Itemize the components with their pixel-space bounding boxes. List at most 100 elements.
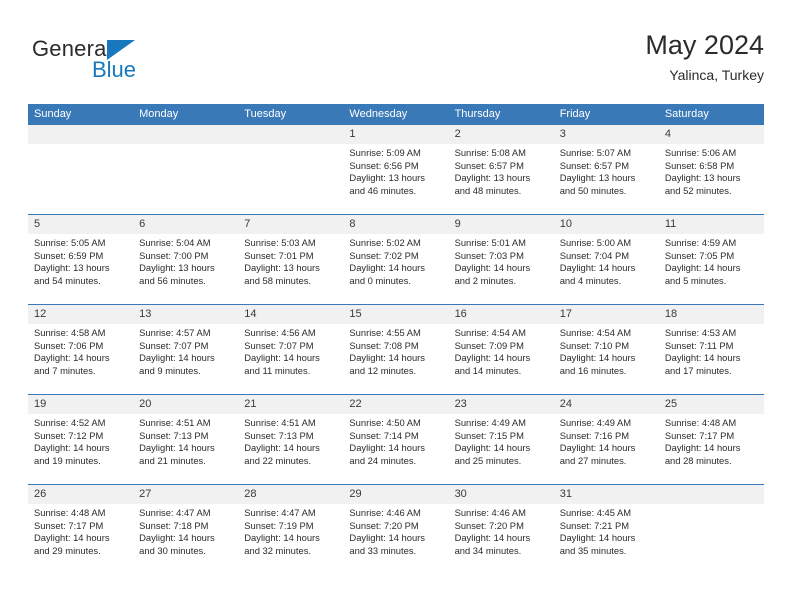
day-number: 11 <box>658 215 764 234</box>
day-daylight-line2-text: and 28 minutes. <box>664 454 732 466</box>
calendar-day-cell[interactable]: 24 Sunrise: 4:49 AM Sunset: 7:16 PM Dayligh… <box>553 395 659 484</box>
day-sunrise-text: Sunrise: 5:04 AM <box>139 237 211 248</box>
calendar-day-cell[interactable]: 15 Sunrise: 4:55 AM Sunset: 7:08 PM Dayligh… <box>343 305 449 394</box>
day-number: 17 <box>553 305 659 324</box>
weekday-header-friday: Friday <box>559 108 591 120</box>
day-daylight-line1-text: Daylight: 13 hours <box>139 262 215 274</box>
weekday-header-saturday: Saturday <box>664 108 709 120</box>
day-sunrise-text: Sunrise: 4:51 AM <box>139 417 211 428</box>
calendar-day-cell[interactable]: 17 Sunrise: 4:54 AM Sunset: 7:10 PM Dayligh… <box>553 305 659 394</box>
calendar-day-cell[interactable]: 26 Sunrise: 4:48 AM Sunset: 7:17 PM Dayligh… <box>28 485 134 574</box>
day-daylight-line1-text: Daylight: 14 hours <box>454 262 531 274</box>
calendar-weeks: 1 Sunrise: 5:09 AM Sunset: 6:56 PM Daylight… <box>28 125 764 574</box>
day-daylight-line2-text: and 17 minutes. <box>664 364 732 376</box>
day-daylight-line2-text: and 2 minutes. <box>454 274 517 286</box>
day-number: 30 <box>448 485 554 504</box>
weekday-header-row: Sunday Monday Tuesday Wednesday Thursday Frid… <box>28 104 764 125</box>
day-details <box>659 504 764 507</box>
calendar-day-cell[interactable]: 16 Sunrise: 4:54 AM Sunset: 7:09 PM Dayligh… <box>448 305 554 394</box>
calendar-day-cell[interactable]: 4 Sunrise: 5:06 AM Sunset: 6:58 PM Daylight… <box>658 125 764 214</box>
day-sunrise-text: Sunrise: 4:48 AM <box>34 507 106 518</box>
day-details: Sunrise: 4:56 AM Sunset: 7:07 PM Daylight:… <box>238 324 343 377</box>
day-daylight-line2-text: and 11 minutes. <box>244 364 311 376</box>
day-number: 3 <box>553 125 659 144</box>
day-daylight-line2-text: and 46 minutes. <box>349 184 417 196</box>
day-daylight-line1-text: Daylight: 14 hours <box>454 532 531 544</box>
day-daylight-line2-text: and 35 minutes. <box>559 544 627 556</box>
day-sunset-text: Sunset: 7:18 PM <box>139 519 209 531</box>
day-sunset-text: Sunset: 6:57 PM <box>454 159 524 171</box>
day-number: 16 <box>448 305 554 324</box>
calendar-page: General Blue May 2024 Yalinca, Turkey Su… <box>0 0 792 612</box>
day-sunset-text: Sunset: 7:07 PM <box>139 339 209 351</box>
calendar-day-cell[interactable]: 7 Sunrise: 5:03 AM Sunset: 7:01 PM Daylight… <box>238 215 344 304</box>
calendar-day-cell[interactable]: 14 Sunrise: 4:56 AM Sunset: 7:07 PM Dayligh… <box>238 305 344 394</box>
day-sunrise-text: Sunrise: 5:01 AM <box>454 237 526 248</box>
page-subtitle: Yalinca, Turkey <box>669 67 764 83</box>
day-daylight-line1-text: Daylight: 14 hours <box>559 352 636 364</box>
page-header: General Blue May 2024 Yalinca, Turkey <box>28 28 764 96</box>
calendar-day-cell[interactable]: 19 Sunrise: 4:52 AM Sunset: 7:12 PM Dayligh… <box>28 395 134 484</box>
day-sunset-text: Sunset: 7:07 PM <box>244 339 314 351</box>
day-daylight-line2-text: and 14 minutes. <box>454 364 522 376</box>
day-number: 27 <box>133 485 239 504</box>
calendar-day-cell[interactable]: 13 Sunrise: 4:57 AM Sunset: 7:07 PM Dayligh… <box>133 305 239 394</box>
calendar-day-cell[interactable]: 25 Sunrise: 4:48 AM Sunset: 7:17 PM Dayligh… <box>658 395 764 484</box>
calendar-day-cell[interactable]: 21 Sunrise: 4:51 AM Sunset: 7:13 PM Dayligh… <box>238 395 344 484</box>
day-daylight-line2-text: and 16 minutes. <box>559 364 627 376</box>
calendar-day-cell[interactable]: 8 Sunrise: 5:02 AM Sunset: 7:02 PM Daylight… <box>343 215 449 304</box>
day-details: Sunrise: 4:49 AM Sunset: 7:16 PM Daylight:… <box>554 414 659 467</box>
day-daylight-line2-text: and 4 minutes. <box>559 274 622 286</box>
calendar-day-cell[interactable]: 30 Sunrise: 4:46 AM Sunset: 7:20 PM Dayligh… <box>448 485 554 574</box>
weekday-header-wednesday: Wednesday <box>349 108 408 120</box>
calendar-day-cell[interactable]: 31 Sunrise: 4:45 AM Sunset: 7:21 PM Dayligh… <box>553 485 659 574</box>
day-daylight-line2-text: and 32 minutes. <box>244 544 311 556</box>
calendar-grid: Sunday Monday Tuesday Wednesday Thursday Frid… <box>28 104 764 574</box>
calendar-day-cell[interactable]: 6 Sunrise: 5:04 AM Sunset: 7:00 PM Daylight… <box>133 215 239 304</box>
day-sunrise-text: Sunrise: 4:56 AM <box>244 327 316 338</box>
calendar-day-cell[interactable]: 3 Sunrise: 5:07 AM Sunset: 6:57 PM Daylight… <box>553 125 659 214</box>
day-daylight-line2-text: and 0 minutes. <box>349 274 411 286</box>
day-sunrise-text: Sunrise: 4:47 AM <box>139 507 211 518</box>
day-sunset-text: Sunset: 7:21 PM <box>559 519 630 531</box>
day-number: 22 <box>343 395 449 414</box>
calendar-day-cell[interactable]: 5 Sunrise: 5:05 AM Sunset: 6:59 PM Daylight… <box>28 215 134 304</box>
brand-logo[interactable]: General Blue <box>32 36 232 92</box>
calendar-day-cell[interactable]: 2 Sunrise: 5:08 AM Sunset: 6:57 PM Daylight… <box>448 125 554 214</box>
calendar-day-cell[interactable]: 22 Sunrise: 4:50 AM Sunset: 7:14 PM Dayligh… <box>343 395 449 484</box>
day-sunset-text: Sunset: 7:16 PM <box>559 429 630 441</box>
day-sunset-text: Sunset: 6:59 PM <box>34 249 104 261</box>
day-daylight-line2-text: and 24 minutes. <box>349 454 417 466</box>
day-sunrise-text: Sunrise: 5:03 AM <box>244 237 316 248</box>
day-number <box>28 125 134 144</box>
day-daylight-line1-text: Daylight: 14 hours <box>349 352 425 364</box>
calendar-day-cell[interactable]: 27 Sunrise: 4:47 AM Sunset: 7:18 PM Dayligh… <box>133 485 239 574</box>
day-daylight-line2-text: and 7 minutes. <box>34 364 96 376</box>
day-daylight-line2-text: and 34 minutes. <box>454 544 522 556</box>
day-number: 18 <box>658 305 764 324</box>
calendar-day-cell[interactable]: 18 Sunrise: 4:53 AM Sunset: 7:11 PM Dayligh… <box>658 305 764 394</box>
day-number: 13 <box>133 305 239 324</box>
calendar-day-cell[interactable]: 29 Sunrise: 4:46 AM Sunset: 7:20 PM Dayligh… <box>343 485 449 574</box>
calendar-day-cell[interactable]: 9 Sunrise: 5:01 AM Sunset: 7:03 PM Daylight… <box>448 215 554 304</box>
calendar-day-cell[interactable]: 11 Sunrise: 4:59 AM Sunset: 7:05 PM Dayligh… <box>658 215 764 304</box>
day-sunrise-text: Sunrise: 4:46 AM <box>454 507 526 518</box>
day-daylight-line2-text: and 29 minutes. <box>34 544 101 556</box>
day-daylight-line2-text: and 30 minutes. <box>139 544 206 556</box>
day-details: Sunrise: 4:47 AM Sunset: 7:18 PM Daylight:… <box>133 504 238 557</box>
day-daylight-line1-text: Daylight: 14 hours <box>559 442 636 454</box>
calendar-day-cell[interactable]: 10 Sunrise: 5:00 AM Sunset: 7:04 PM Dayligh… <box>553 215 659 304</box>
day-details: Sunrise: 4:58 AM Sunset: 7:06 PM Daylight:… <box>28 324 133 377</box>
calendar-day-cell[interactable]: 23 Sunrise: 4:49 AM Sunset: 7:15 PM Dayligh… <box>448 395 554 484</box>
calendar-day-cell[interactable]: 1 Sunrise: 5:09 AM Sunset: 6:56 PM Daylight… <box>343 125 449 214</box>
calendar-week-row: 1 Sunrise: 5:09 AM Sunset: 6:56 PM Daylight… <box>28 125 764 214</box>
day-sunset-text: Sunset: 7:14 PM <box>349 429 419 441</box>
calendar-day-cell[interactable]: 12 Sunrise: 4:58 AM Sunset: 7:06 PM Dayligh… <box>28 305 134 394</box>
day-sunrise-text: Sunrise: 4:46 AM <box>349 507 421 518</box>
day-number: 21 <box>238 395 344 414</box>
calendar-empty-cell <box>133 125 239 214</box>
day-sunset-text: Sunset: 7:19 PM <box>244 519 314 531</box>
calendar-day-cell[interactable]: 20 Sunrise: 4:51 AM Sunset: 7:13 PM Dayligh… <box>133 395 239 484</box>
calendar-day-cell[interactable]: 28 Sunrise: 4:47 AM Sunset: 7:19 PM Dayligh… <box>238 485 344 574</box>
day-details: Sunrise: 4:54 AM Sunset: 7:09 PM Daylight:… <box>449 324 554 377</box>
